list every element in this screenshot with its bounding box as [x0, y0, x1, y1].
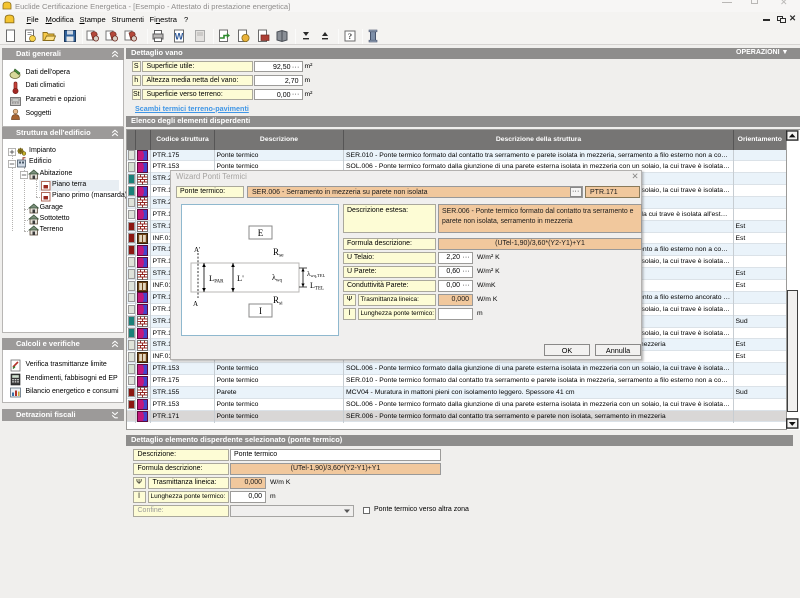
svg-text:A': A' [194, 246, 200, 254]
svg-text:?: ? [348, 31, 352, 41]
svg-text:A: A [193, 300, 198, 308]
svg-text:L': L' [237, 273, 244, 283]
svg-text:I: I [259, 306, 262, 316]
svg-text:W: W [174, 32, 183, 42]
svg-text:E: E [258, 228, 264, 238]
